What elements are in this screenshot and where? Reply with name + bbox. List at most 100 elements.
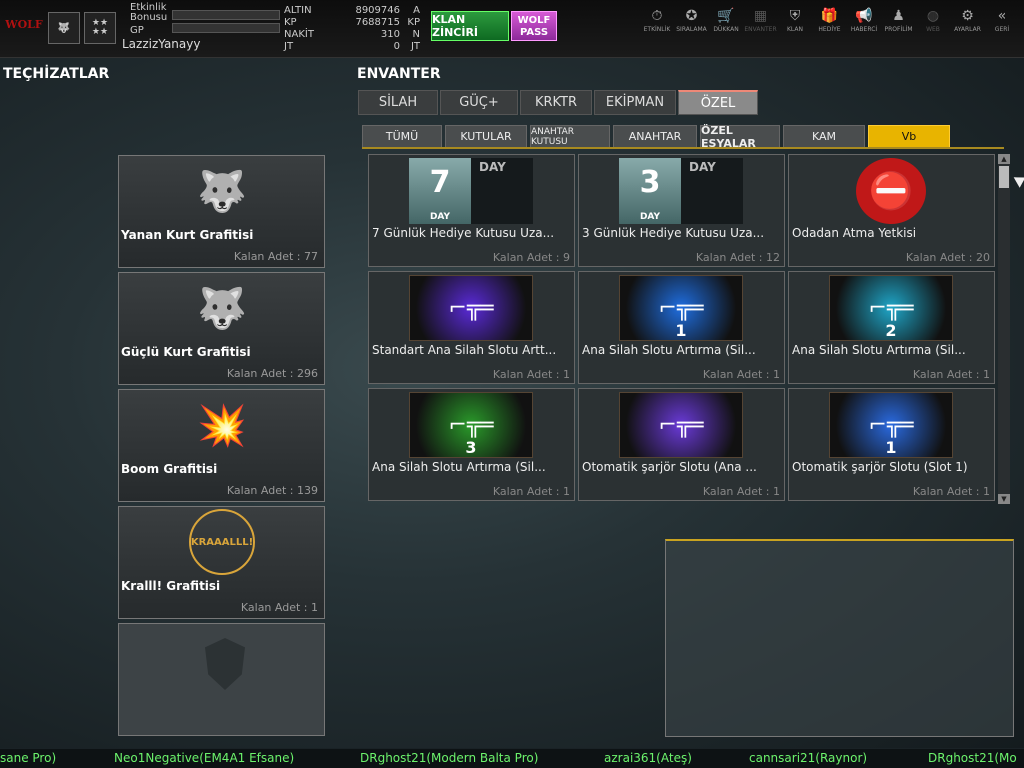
shield-placeholder-icon bbox=[205, 638, 245, 690]
day-box-icon: 7 DAY DAY bbox=[409, 158, 533, 224]
item-image: ⌐╦═ bbox=[617, 391, 745, 459]
currency-unit: A bbox=[413, 5, 420, 16]
inventory-item-card[interactable]: ⌐╦═ Standart Ana Silah Slotu Artt... Kalan… bbox=[368, 271, 575, 384]
wolf-pass-button[interactable]: WOLF PASS bbox=[511, 11, 557, 41]
nav-envanter-button[interactable]: ▦ ENVANTER bbox=[744, 8, 778, 33]
nav-label: ETKİNLİK bbox=[643, 26, 671, 33]
equipment-card[interactable]: KRAAALLL! Kralll! Grafitisi Kalan Adet : 1 bbox=[118, 506, 325, 619]
player-info: Etkinlik Bonusu GP bbox=[130, 3, 170, 36]
item-image: 7 DAY DAY bbox=[407, 157, 535, 225]
inventory-item-card[interactable]: ⌐╦═ 1 Otomatik şarjör Slotu (Slot 1) Kalan … bbox=[788, 388, 995, 501]
item-count: Kalan Adet : 9 bbox=[492, 251, 570, 264]
tab-4[interactable]: ÖZEL bbox=[678, 90, 758, 115]
scroll-thumb[interactable] bbox=[999, 166, 1009, 188]
graffiti-image: KRAAALLL! bbox=[189, 509, 255, 575]
empty-equipment-slot[interactable] bbox=[118, 623, 325, 736]
inventory-item-card[interactable]: ⛔ Odadan Atma Yetkisi Kalan Adet : 20 bbox=[788, 154, 995, 267]
item-name: 7 Günlük Hediye Kutusu Uza... bbox=[372, 226, 555, 240]
item-image: ⌐╦═ 1 bbox=[617, 274, 745, 342]
scroll-down-arrow-icon[interactable]: ▼ bbox=[998, 494, 1010, 504]
clan-emblem-icon: 🐺 bbox=[57, 22, 71, 34]
inventory-item-card[interactable]: ⌐╦═ Otomatik şarjör Slotu (Ana ... Kalan A… bbox=[578, 388, 785, 501]
tab-2[interactable]: KRKTR bbox=[520, 90, 592, 115]
item-name: Ana Silah Slotu Artırma (Sil... bbox=[582, 343, 756, 357]
equipment-name: Boom Grafitisi bbox=[121, 462, 218, 476]
weapon-slot-icon: ⌐╦═ bbox=[619, 392, 743, 458]
slot-number: 1 bbox=[675, 321, 687, 340]
shield-icon: ⛨ bbox=[789, 8, 801, 24]
subtab-underline bbox=[362, 147, 1004, 149]
equipment-name: Kralll! Grafitisi bbox=[121, 579, 221, 593]
nav-hedi̇ye-button[interactable]: 🎁 HEDİYE bbox=[813, 8, 847, 33]
currency-row: NAKİT 310 N bbox=[284, 29, 424, 41]
nav-etki̇nli̇k-button[interactable]: ⏱ ETKİNLİK bbox=[640, 8, 674, 33]
equipment-count: Kalan Adet : 1 bbox=[240, 601, 318, 614]
graffiti-image: 🐺 bbox=[197, 168, 247, 215]
gp-label: GP bbox=[130, 25, 144, 36]
nav-ayarlar-button[interactable]: ⚙ AYARLAR bbox=[951, 8, 985, 33]
ticker-entry: Neo1Negative(EM4A1 Efsane) bbox=[114, 751, 295, 765]
slot-number: 3 bbox=[465, 438, 477, 457]
nav-siralama-button[interactable]: ✪ SIRALAMA bbox=[675, 8, 709, 33]
item-name: Ana Silah Slotu Artırma (Sil... bbox=[372, 460, 546, 474]
graffiti-image: 💥 bbox=[197, 402, 247, 449]
day-box-icon: 3 DAY DAY bbox=[619, 158, 743, 224]
nav-web-button[interactable]: ◍ WEB bbox=[916, 8, 950, 33]
tab-1[interactable]: GÜÇ+ bbox=[440, 90, 518, 115]
nav-haberci̇-button[interactable]: 📢 HABERCİ bbox=[847, 8, 881, 33]
subtab-6[interactable]: Vb bbox=[868, 125, 950, 148]
subtab-0[interactable]: TÜMÜ bbox=[362, 125, 442, 148]
tab-3[interactable]: EKİPMAN bbox=[594, 90, 676, 115]
currency-unit: KP bbox=[407, 17, 420, 28]
item-count: Kalan Adet : 1 bbox=[912, 485, 990, 498]
item-name: 3 Günlük Hediye Kutusu Uza... bbox=[582, 226, 765, 240]
nav-profi̇li̇m-button[interactable]: ♟ PROFİLİM bbox=[882, 8, 916, 33]
inventory-item-card[interactable]: ⌐╦═ 3 Ana Silah Slotu Artırma (Sil... Kalan… bbox=[368, 388, 575, 501]
subtab-1[interactable]: KUTULAR bbox=[445, 125, 527, 148]
ticker-entry: DRghost21(Mo bbox=[928, 751, 1017, 765]
nav-label: HEDİYE bbox=[818, 26, 841, 33]
news-ticker: sane Pro) Neo1Negative(EM4A1 Efsane) DRgho… bbox=[0, 749, 1024, 768]
nav-label: AYARLAR bbox=[954, 26, 981, 33]
ticker-entry: cannsari21(Raynor) bbox=[749, 751, 868, 765]
nav-geri̇-button[interactable]: « GERİ bbox=[985, 8, 1019, 33]
clan-badge[interactable]: 🐺 bbox=[48, 12, 80, 44]
inventory-item-card[interactable]: 7 DAY DAY 7 Günlük Hediye Kutusu Uza... Kala… bbox=[368, 154, 575, 267]
subtab-2[interactable]: ANAHTAR KUTUSU bbox=[530, 125, 610, 148]
equipment-card[interactable]: 🐺 Yanan Kurt Grafitisi Kalan Adet : 77 bbox=[118, 155, 325, 268]
equipment-card[interactable]: 🐺 Güçlü Kurt Grafitisi Kalan Adet : 296 bbox=[118, 272, 325, 385]
slot-number: 1 bbox=[885, 438, 897, 457]
item-count: Kalan Adet : 1 bbox=[702, 485, 780, 498]
item-count: Kalan Adet : 20 bbox=[905, 251, 990, 264]
item-name: Odadan Atma Yetkisi bbox=[792, 226, 917, 240]
ticker-entry: DRghost21(Modern Balta Pro) bbox=[360, 751, 539, 765]
scroll-up-arrow-icon[interactable]: ▲ bbox=[998, 154, 1010, 164]
nav-label: HABERCİ bbox=[850, 26, 878, 33]
currency-name: ALTIN bbox=[284, 5, 312, 16]
equipment-title: TEÇHİZATLAR bbox=[3, 66, 110, 82]
currency-unit: JT bbox=[410, 41, 420, 52]
nav-label: SIRALAMA bbox=[676, 26, 707, 33]
inventory-item-card[interactable]: ⌐╦═ 2 Ana Silah Slotu Artırma (Sil... Kalan… bbox=[788, 271, 995, 384]
subtab-5[interactable]: KAM bbox=[783, 125, 865, 148]
nav-label: DÜKKAN bbox=[713, 26, 739, 33]
inventory-scrollbar[interactable]: ▲ ▼ bbox=[998, 154, 1010, 504]
nav-klan-button[interactable]: ⛨ KLAN bbox=[778, 8, 812, 33]
subtab-3[interactable]: ANAHTAR bbox=[613, 125, 697, 148]
item-image: ⌐╦═ 1 bbox=[827, 391, 955, 459]
nav-label: ENVANTER bbox=[744, 26, 777, 33]
currency-value: 8909746 bbox=[355, 5, 400, 16]
inventory-item-card[interactable]: ⌐╦═ 1 Ana Silah Slotu Artırma (Sil... Kalan… bbox=[578, 271, 785, 384]
inventory-item-card[interactable]: 3 DAY DAY 3 Günlük Hediye Kutusu Uza... Kala… bbox=[578, 154, 785, 267]
item-image: ⛔ bbox=[827, 157, 955, 225]
day-label: DAY bbox=[429, 212, 451, 222]
nav-label: GERİ bbox=[994, 26, 1010, 33]
subtab-4[interactable]: ÖZEL EŞYALAR bbox=[700, 124, 780, 150]
currency-value: 310 bbox=[380, 29, 400, 40]
nav-dükkan-button[interactable]: 🛒 DÜKKAN bbox=[709, 8, 743, 33]
klan-chain-button[interactable]: KLAN ZİNCİRİ bbox=[431, 11, 509, 41]
equipment-count: Kalan Adet : 296 bbox=[226, 367, 318, 380]
tab-0[interactable]: SİLAH bbox=[358, 90, 438, 115]
nav-label: KLAN bbox=[786, 26, 803, 33]
equipment-card[interactable]: 💥 Boom Grafitisi Kalan Adet : 139 bbox=[118, 389, 325, 502]
